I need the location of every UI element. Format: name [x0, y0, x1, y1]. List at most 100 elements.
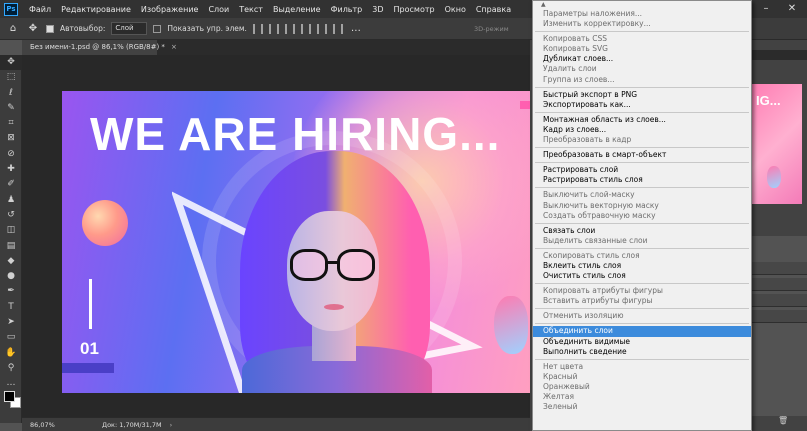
document-size: Док: 1,70M/31,7M [102, 420, 162, 429]
context-menu-item[interactable]: Связать слои [533, 226, 751, 236]
menu-type[interactable]: Текст [234, 5, 268, 14]
context-menu-item[interactable]: Монтажная область из слоев... [533, 115, 751, 125]
move-tool-icon[interactable]: ✥ [0, 55, 22, 71]
align-middle-icon[interactable] [316, 23, 327, 34]
quick-select-tool-icon[interactable]: ✎ [0, 101, 22, 116]
layer-row[interactable] [752, 294, 807, 307]
thumbnail-text: IG... [756, 93, 781, 108]
layer-row[interactable] [752, 278, 807, 291]
context-menu-item[interactable]: Растрировать слой [533, 165, 751, 175]
context-menu-item[interactable]: Очистить стиль слоя [533, 271, 751, 281]
gradient-tool-icon[interactable]: ▤ [0, 239, 22, 254]
canvas-area[interactable]: WE ARE HIRING... 01 [22, 55, 530, 417]
menu-3d[interactable]: 3D [367, 5, 388, 14]
zoom-tool-icon[interactable]: ⚲ [0, 361, 22, 376]
menu-separator [535, 308, 749, 310]
autoselect-checkbox[interactable] [46, 24, 54, 33]
align-center-icon[interactable] [268, 23, 279, 34]
3d-mode-label: 3D-режим [474, 25, 509, 33]
menu-select[interactable]: Выделение [268, 5, 326, 14]
zoom-level[interactable]: 86,07% [22, 421, 72, 429]
healing-brush-tool-icon[interactable]: ✚ [0, 162, 22, 177]
menu-separator [535, 111, 749, 113]
context-menu-item: Выделить связанные слои [543, 235, 648, 245]
menu-window[interactable]: Окно [440, 5, 471, 14]
context-menu-item[interactable]: Вклеить стиль слоя [533, 261, 751, 271]
menu-layers[interactable]: Слои [203, 5, 234, 14]
context-menu-item[interactable]: Объединить видимые [533, 337, 751, 347]
photoshop-logo: Ps [4, 2, 18, 16]
document-tab[interactable]: Без имени-1.psd @ 86,1% (RGB/8#) * × [22, 40, 177, 55]
marquee-tool-icon[interactable]: ⬚ [0, 70, 22, 85]
menu-help[interactable]: Справка [471, 5, 516, 14]
menu-separator [535, 147, 749, 149]
context-menu-item[interactable]: Растрировать стиль слоя [533, 175, 751, 185]
artboard-image[interactable]: WE ARE HIRING... 01 [62, 91, 530, 393]
autoselect-dropdown[interactable]: Слой [111, 22, 148, 35]
layer-row[interactable] [752, 310, 807, 323]
menu-view[interactable]: Просмотр [389, 5, 440, 14]
context-menu-item[interactable]: Преобразовать в смарт-объект [533, 150, 751, 160]
context-menu-item[interactable]: Экспортировать как... [533, 100, 751, 110]
close-window-icon[interactable]: ✕ [779, 0, 805, 18]
foreground-color-swatch[interactable] [4, 391, 15, 402]
menu-file[interactable]: Файл [24, 5, 56, 14]
more-options-icon[interactable]: … [349, 22, 363, 36]
path-select-tool-icon[interactable]: ➤ [0, 315, 22, 330]
brush-tool-icon[interactable]: ✐ [0, 177, 22, 192]
frame-tool-icon[interactable]: ⊠ [0, 131, 22, 146]
woman-lips [324, 304, 344, 310]
menu-image[interactable]: Изображение [136, 5, 204, 14]
context-menu-item[interactable]: Объединить слои [533, 326, 751, 337]
vertical-line [89, 279, 92, 329]
context-menu-item[interactable]: Выполнить сведение [533, 347, 751, 357]
glasses-right-lens [337, 249, 375, 281]
type-tool-icon[interactable]: T [0, 300, 22, 315]
menu-filter[interactable]: Фильтр [326, 5, 368, 14]
orange-sphere [82, 200, 128, 246]
menu-separator [535, 86, 749, 88]
rectangle-tool-icon[interactable]: ▭ [0, 330, 22, 345]
context-menu-item: Зеленый [543, 402, 578, 412]
align-top-icon[interactable] [300, 23, 311, 34]
eyedropper-tool-icon[interactable]: ⊘ [0, 147, 22, 162]
history-brush-tool-icon[interactable]: ↺ [0, 208, 22, 223]
menu-separator [535, 358, 749, 360]
tools-panel: ✥ ⬚ ℓ ✎ ⌗ ⊠ ⊘ ✚ ✐ ♟ ↺ ◫ ▤ ◆ ● ✒ T ➤ ▭ ✋ … [0, 55, 22, 423]
glasses-left-lens [290, 249, 328, 281]
transform-controls-checkbox[interactable] [153, 24, 162, 33]
pen-tool-icon[interactable]: ✒ [0, 284, 22, 299]
home-icon[interactable]: ⌂ [6, 22, 20, 36]
move-tool-icon[interactable]: ✥ [26, 22, 40, 36]
lasso-tool-icon[interactable]: ℓ [0, 86, 22, 101]
menu-separator [535, 31, 749, 33]
number-label: 01 [80, 339, 99, 358]
menu-separator [535, 283, 749, 285]
context-menu-item[interactable]: Кадр из слоев... [533, 125, 751, 135]
trash-icon[interactable]: 🗑 [778, 416, 788, 426]
minimize-icon[interactable]: – [753, 0, 779, 18]
dodge-tool-icon[interactable]: ● [0, 269, 22, 284]
align-right-icon[interactable] [284, 23, 295, 34]
hand-tool-icon[interactable]: ✋ [0, 346, 22, 361]
scroll-up-icon[interactable]: ▲ [533, 1, 751, 9]
context-menu-item[interactable]: Дубликат слоев... [533, 54, 751, 64]
crop-tool-icon[interactable]: ⌗ [0, 116, 22, 131]
eraser-tool-icon[interactable]: ◫ [0, 223, 22, 238]
stamp-tool-icon[interactable]: ♟ [0, 193, 22, 208]
close-tab-icon[interactable]: × [171, 43, 177, 51]
menu-edit[interactable]: Редактирование [56, 5, 136, 14]
pink-bar [520, 101, 530, 109]
align-left-icon[interactable] [252, 23, 263, 34]
blur-tool-icon[interactable]: ◆ [0, 254, 22, 269]
more-tools-icon[interactable]: … [0, 376, 22, 391]
blue-stripe [62, 363, 114, 373]
context-menu-item: Параметры наложения... [543, 9, 642, 18]
status-arrow-icon[interactable]: › [170, 421, 173, 429]
layer-row[interactable] [752, 262, 807, 275]
context-menu-item[interactable]: Быстрый экспорт в PNG [533, 90, 751, 100]
context-menu-item: Копировать SVG [543, 44, 608, 54]
align-bottom-icon[interactable] [332, 23, 343, 34]
context-menu-item: Нет цвета [543, 361, 584, 371]
transform-controls-label: Показать упр. элем. [167, 24, 247, 33]
